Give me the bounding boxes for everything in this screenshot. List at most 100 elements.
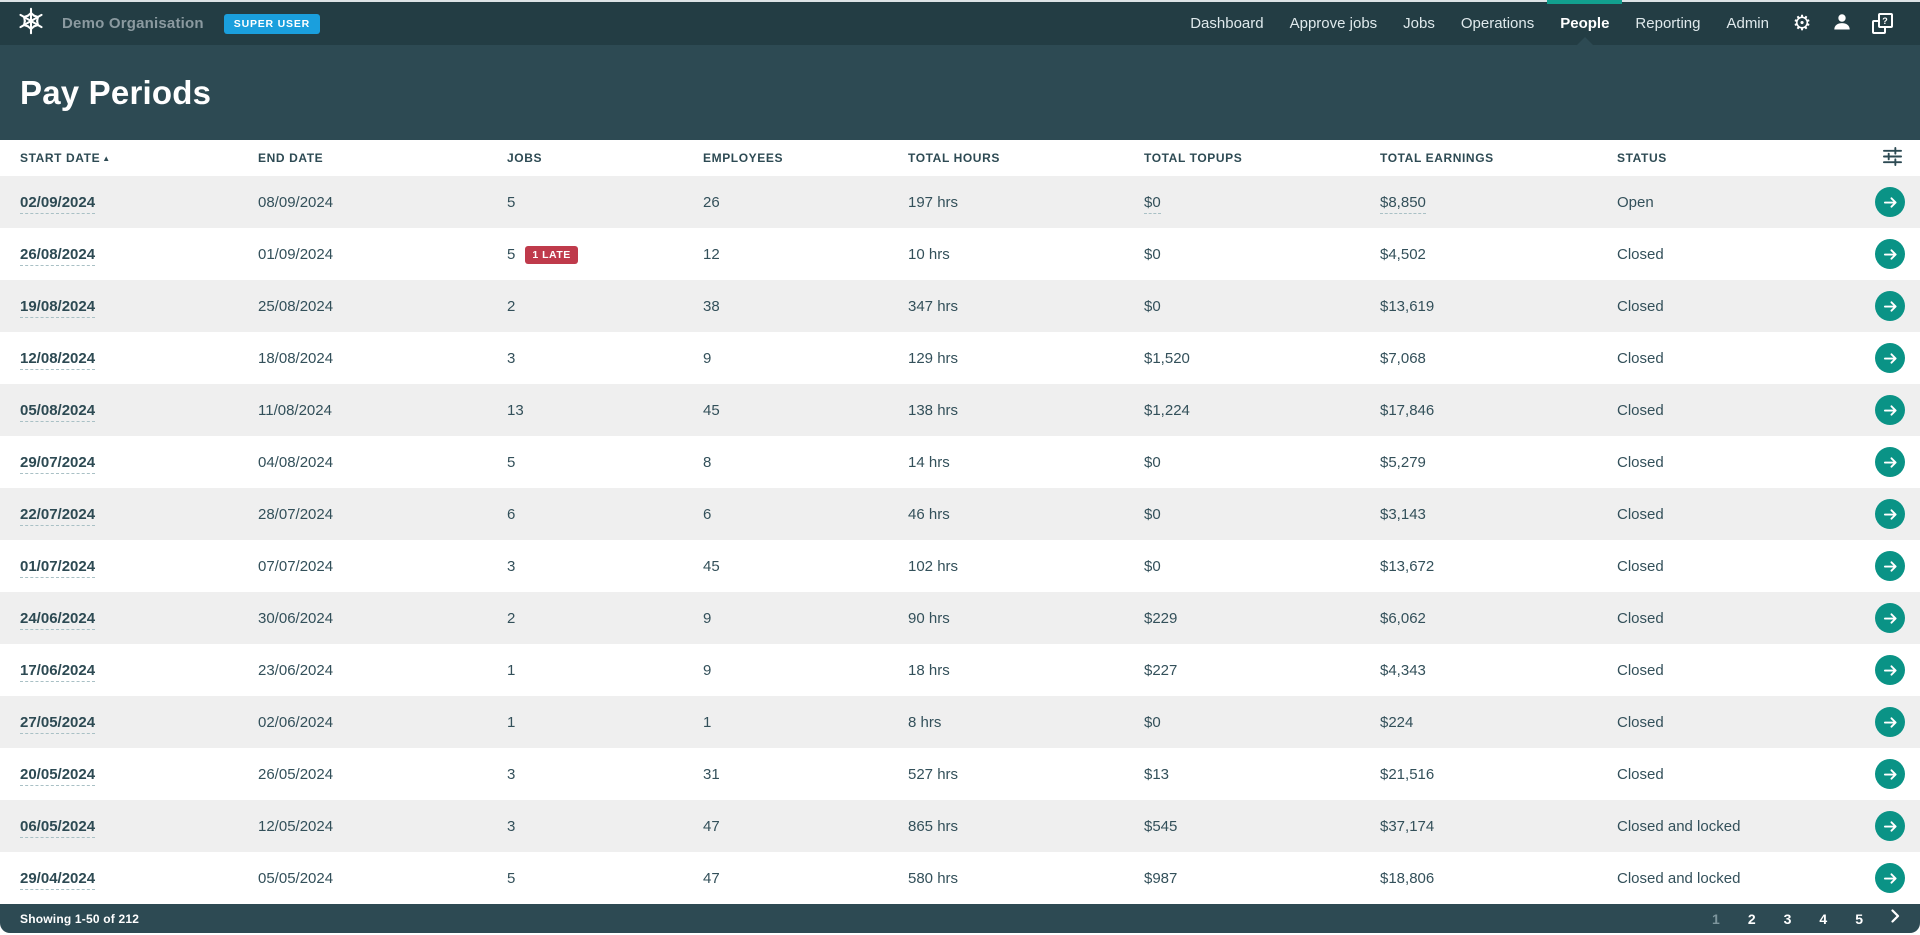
page-button-1: 1 [1712, 911, 1720, 927]
nav-item-dashboard[interactable]: Dashboard [1177, 1, 1276, 46]
open-pay-period-button[interactable] [1875, 863, 1905, 893]
total-topups-cell: $229 [1144, 610, 1380, 627]
arrow-right-icon [1883, 715, 1898, 730]
start-date-link[interactable]: 24/06/2024 [20, 610, 95, 630]
start-date-link[interactable]: 05/08/2024 [20, 402, 95, 422]
col-header-total-hours[interactable]: TOTAL HOURS [908, 151, 1144, 165]
total-earnings-cell: $37,174 [1380, 818, 1617, 835]
table-row[interactable]: 29/04/2024 05/05/2024 5 47 580 hrs $987 … [0, 852, 1920, 904]
open-pay-period-button[interactable] [1875, 343, 1905, 373]
open-pay-period-button[interactable] [1875, 551, 1905, 581]
next-page-button[interactable] [1891, 909, 1900, 928]
col-header-total-topups[interactable]: TOTAL TOPUPS [1144, 151, 1380, 165]
start-date-link[interactable]: 20/05/2024 [20, 766, 95, 786]
settings-button[interactable]: ⚙ [1782, 1, 1822, 46]
table-row[interactable]: 26/08/2024 01/09/2024 51 LATE 12 10 hrs … [0, 228, 1920, 280]
table-row[interactable]: 19/08/2024 25/08/2024 2 38 347 hrs $0 $1… [0, 280, 1920, 332]
nav-item-admin[interactable]: Admin [1713, 1, 1782, 46]
start-date-link[interactable]: 29/07/2024 [20, 454, 95, 474]
end-date-cell: 04/08/2024 [258, 454, 507, 471]
table-row[interactable]: 24/06/2024 30/06/2024 2 9 90 hrs $229 $6… [0, 592, 1920, 644]
jobs-cell: 3 [507, 818, 703, 835]
page-button-4[interactable]: 4 [1819, 911, 1827, 927]
top-navbar: Demo Organisation SUPER USER Dashboard A… [0, 0, 1920, 45]
arrow-right-icon [1883, 247, 1898, 262]
end-date-cell: 11/08/2024 [258, 402, 507, 419]
open-pay-period-button[interactable] [1875, 759, 1905, 789]
end-date-cell: 25/08/2024 [258, 298, 507, 315]
status-cell: Closed [1617, 766, 1856, 783]
account-button[interactable] [1822, 1, 1862, 46]
open-pay-period-button[interactable] [1875, 395, 1905, 425]
open-pay-period-button[interactable] [1875, 239, 1905, 269]
total-earnings-cell: $4,343 [1380, 662, 1617, 679]
open-pay-period-button[interactable] [1875, 187, 1905, 217]
employees-cell: 26 [703, 194, 908, 211]
gear-icon: ⚙ [1793, 13, 1812, 34]
start-date-link[interactable]: 29/04/2024 [20, 870, 95, 890]
end-date-cell: 26/05/2024 [258, 766, 507, 783]
start-date-link[interactable]: 27/05/2024 [20, 714, 95, 734]
col-header-employees[interactable]: EMPLOYEES [703, 151, 908, 165]
total-hours-cell: 46 hrs [908, 506, 1144, 523]
table-row[interactable]: 05/08/2024 11/08/2024 13 45 138 hrs $1,2… [0, 384, 1920, 436]
page-button-3[interactable]: 3 [1784, 911, 1792, 927]
jobs-cell: 3 [507, 558, 703, 575]
total-hours-cell: 865 hrs [908, 818, 1144, 835]
jobs-cell: 5 [507, 454, 703, 471]
start-date-link[interactable]: 06/05/2024 [20, 818, 95, 838]
col-header-jobs[interactable]: JOBS [507, 151, 703, 165]
page-button-2[interactable]: 2 [1748, 911, 1756, 927]
col-header-status[interactable]: STATUS [1617, 151, 1856, 165]
jobs-cell: 51 LATE [507, 246, 703, 263]
jobs-cell: 1 [507, 662, 703, 679]
col-header-total-earnings[interactable]: TOTAL EARNINGS [1380, 151, 1617, 165]
nav-item-people[interactable]: People [1547, 1, 1622, 46]
table-row[interactable]: 02/09/2024 08/09/2024 5 26 197 hrs $0 $8… [0, 176, 1920, 228]
start-date-link[interactable]: 22/07/2024 [20, 506, 95, 526]
employees-cell: 6 [703, 506, 908, 523]
nav-item-operations[interactable]: Operations [1448, 1, 1547, 46]
open-pay-period-button[interactable] [1875, 603, 1905, 633]
start-date-link[interactable]: 26/08/2024 [20, 246, 95, 266]
nav-item-jobs[interactable]: Jobs [1390, 1, 1448, 46]
total-hours-cell: 580 hrs [908, 870, 1144, 887]
col-header-end-date[interactable]: END DATE [258, 151, 507, 165]
open-pay-period-button[interactable] [1875, 291, 1905, 321]
total-earnings-cell: $18,806 [1380, 870, 1617, 887]
end-date-cell: 05/05/2024 [258, 870, 507, 887]
start-date-link[interactable]: 12/08/2024 [20, 350, 95, 370]
end-date-cell: 30/06/2024 [258, 610, 507, 627]
open-pay-period-button[interactable] [1875, 655, 1905, 685]
total-hours-cell: 14 hrs [908, 454, 1144, 471]
start-date-link[interactable]: 19/08/2024 [20, 298, 95, 318]
open-pay-period-button[interactable] [1875, 811, 1905, 841]
table-row[interactable]: 12/08/2024 18/08/2024 3 9 129 hrs $1,520… [0, 332, 1920, 384]
table-row[interactable]: 01/07/2024 07/07/2024 3 45 102 hrs $0 $1… [0, 540, 1920, 592]
table-row[interactable]: 20/05/2024 26/05/2024 3 31 527 hrs $13 $… [0, 748, 1920, 800]
open-pay-period-button[interactable] [1875, 707, 1905, 737]
total-topups-cell: $0 [1144, 506, 1380, 523]
open-pay-period-button[interactable] [1875, 447, 1905, 477]
table-row[interactable]: 22/07/2024 28/07/2024 6 6 46 hrs $0 $3,1… [0, 488, 1920, 540]
start-date-link[interactable]: 02/09/2024 [20, 194, 95, 214]
table-row[interactable]: 17/06/2024 23/06/2024 1 9 18 hrs $227 $4… [0, 644, 1920, 696]
person-icon [1832, 12, 1852, 36]
col-header-start-date[interactable]: START DATE▲ [0, 151, 258, 165]
table-row[interactable]: 27/05/2024 02/06/2024 1 1 8 hrs $0 $224 … [0, 696, 1920, 748]
column-settings-button[interactable] [1856, 147, 1920, 169]
help-button[interactable]: ? [1862, 1, 1902, 46]
jobs-cell: 3 [507, 350, 703, 367]
nav-item-reporting[interactable]: Reporting [1622, 1, 1713, 46]
status-cell: Closed [1617, 454, 1856, 471]
org-logo[interactable] [14, 7, 48, 41]
open-pay-period-button[interactable] [1875, 499, 1905, 529]
total-topups-cell: $545 [1144, 818, 1380, 835]
total-topups-cell: $0 [1144, 298, 1380, 315]
nav-item-approve-jobs[interactable]: Approve jobs [1277, 1, 1391, 46]
start-date-link[interactable]: 01/07/2024 [20, 558, 95, 578]
start-date-link[interactable]: 17/06/2024 [20, 662, 95, 682]
table-row[interactable]: 29/07/2024 04/08/2024 5 8 14 hrs $0 $5,2… [0, 436, 1920, 488]
page-button-5[interactable]: 5 [1855, 911, 1863, 927]
table-row[interactable]: 06/05/2024 12/05/2024 3 47 865 hrs $545 … [0, 800, 1920, 852]
